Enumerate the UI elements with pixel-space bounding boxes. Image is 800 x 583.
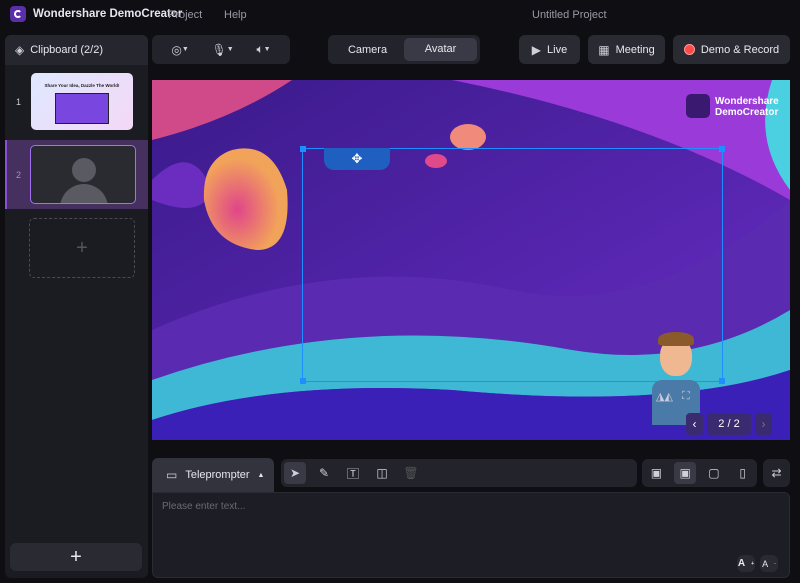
teleprompter-label: Teleprompter bbox=[185, 469, 250, 481]
layout-avatar-overlay-icon[interactable]: ▣ bbox=[674, 462, 697, 484]
resize-handle[interactable] bbox=[300, 146, 306, 152]
eraser-icon[interactable]: 🗑︎ bbox=[400, 462, 422, 484]
project-title: Untitled Project bbox=[532, 9, 607, 21]
clip-thumbnail: Share Your Idea, Dazzle The World! bbox=[31, 73, 133, 130]
resize-handle[interactable] bbox=[719, 378, 725, 384]
demo-record-button[interactable]: Demo & Record bbox=[673, 35, 790, 64]
clip-index: 2 bbox=[16, 170, 22, 180]
fit-icon[interactable]: ⛶ bbox=[682, 390, 690, 403]
clipboard-header: ◈ Clipboard (2/2) bbox=[5, 35, 148, 65]
layers-icon: ◈ bbox=[15, 43, 25, 57]
add-clip-placeholder[interactable]: + bbox=[29, 218, 135, 278]
annotation-tools: ➤ ✎ 🅃 ◫ 🗑︎ bbox=[281, 459, 637, 487]
app-logo bbox=[10, 6, 26, 22]
watermark-text: Wondershare DemoCreator bbox=[715, 96, 779, 118]
prev-page-button[interactable]: ‹ bbox=[686, 413, 703, 435]
page-indicator: 2 / 2 bbox=[707, 413, 751, 435]
live-button[interactable]: ▶ Live bbox=[519, 35, 580, 64]
tab-avatar[interactable]: Avatar bbox=[404, 38, 477, 61]
avatar-character[interactable]: ◮◭ ⛶ bbox=[648, 330, 704, 425]
microphone-icon[interactable]: 🎙︎ ▼ bbox=[212, 43, 234, 57]
text-icon[interactable]: 🅃 bbox=[342, 462, 364, 484]
increase-font-button[interactable]: A + bbox=[737, 555, 755, 572]
teleprompter-tab[interactable]: ▭ Teleprompter ▲ bbox=[152, 458, 274, 492]
record-dot-icon bbox=[683, 44, 695, 55]
live-label: Live bbox=[547, 43, 568, 56]
mode-tabs: Camera Avatar bbox=[328, 35, 480, 64]
meeting-button[interactable]: ▦ Meeting bbox=[588, 35, 665, 64]
menu-help[interactable]: Help bbox=[224, 9, 247, 21]
flip-icon[interactable]: ◮◭ bbox=[656, 390, 673, 403]
clip-item-2[interactable]: 2 bbox=[5, 140, 148, 209]
video-icon: ▶ bbox=[531, 42, 542, 57]
avatar-placeholder-thumbnail bbox=[30, 145, 136, 204]
layout-screen-pip-icon[interactable]: ▣ bbox=[645, 462, 667, 484]
app-name: Wondershare DemoCreator bbox=[33, 8, 183, 20]
menu-project[interactable]: Project bbox=[168, 9, 202, 21]
note-icon[interactable]: ◫ bbox=[371, 462, 393, 484]
chat-icon: ▭ bbox=[166, 468, 178, 482]
thumb-headline: Share Your Idea, Dazzle The World! bbox=[44, 83, 120, 88]
layout-avatar-only-icon[interactable]: ▯ bbox=[732, 462, 754, 484]
layout-screen-only-icon[interactable]: ▢ bbox=[703, 462, 725, 484]
add-clip-button[interactable]: + bbox=[10, 543, 142, 571]
move-handle[interactable]: ✥ bbox=[324, 148, 390, 170]
next-page-button[interactable]: › bbox=[755, 413, 772, 435]
device-controls: ◎ ▼ 🎙︎ ▼ 🔈︎ ▼ bbox=[152, 35, 290, 64]
caret-up-icon: ▲ bbox=[257, 471, 265, 479]
decrease-font-button[interactable]: A- bbox=[760, 555, 778, 572]
pointer-icon[interactable]: ➤ bbox=[284, 462, 306, 484]
swap-icon: ⇄ bbox=[771, 466, 782, 480]
pen-icon[interactable]: ✎ bbox=[313, 462, 335, 484]
swap-layout-button[interactable]: ⇄ bbox=[763, 459, 790, 487]
record-label: Demo & Record bbox=[700, 43, 780, 56]
clipboard-title: Clipboard (2/2) bbox=[30, 44, 103, 56]
presentation-icon: ▦ bbox=[598, 42, 610, 57]
webcam-icon[interactable]: ◎ ▼ bbox=[171, 43, 188, 57]
teleprompter-text-area[interactable]: Please enter text... A + A- bbox=[152, 492, 790, 578]
meeting-label: Meeting bbox=[615, 43, 655, 56]
teleprompter-placeholder: Please enter text... bbox=[162, 501, 246, 512]
clip-index: 1 bbox=[16, 97, 22, 107]
move-icon: ✥ bbox=[351, 151, 363, 166]
resize-handle[interactable] bbox=[719, 146, 725, 152]
tab-camera[interactable]: Camera bbox=[331, 44, 404, 56]
layout-options: ▣ ▣ ▢ ▯ bbox=[642, 459, 757, 487]
watermark-logo bbox=[686, 94, 710, 118]
resize-handle[interactable] bbox=[300, 378, 306, 384]
speaker-icon[interactable]: 🔈︎ ▼ bbox=[256, 42, 270, 57]
preview-canvas[interactable]: Wondershare DemoCreator ✥ ◮◭ ⛶ ‹ 2 / 2 › bbox=[152, 80, 790, 440]
clip-item-1[interactable]: 1 Share Your Idea, Dazzle The World! bbox=[5, 67, 148, 135]
